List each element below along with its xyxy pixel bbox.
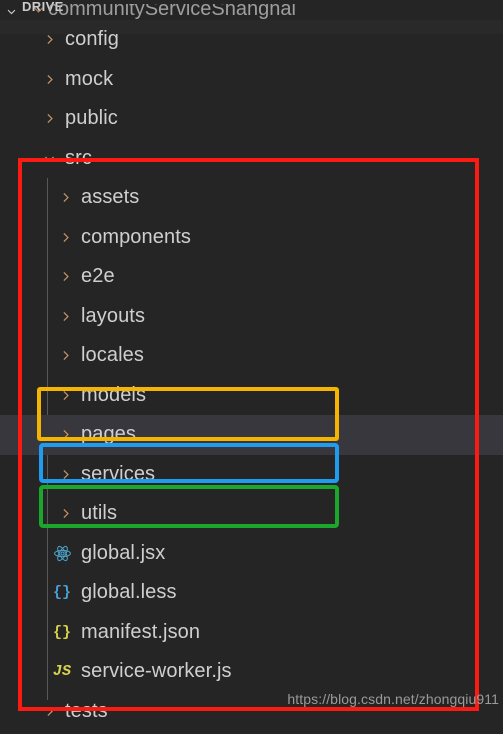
chevron-right-icon[interactable] — [55, 468, 75, 481]
tree-item-label: assets — [81, 186, 140, 209]
tree-row-src[interactable]: src — [0, 139, 503, 179]
tree-row-pages[interactable]: pages — [0, 415, 503, 455]
chevron-right-icon[interactable] — [39, 705, 59, 718]
tree-item-label: layouts — [81, 304, 146, 327]
chevron-right-icon[interactable] — [55, 310, 75, 323]
tree-item-label: public — [65, 107, 118, 130]
file-explorer-panel: DRIVE communityServiceShanghai config mo… — [0, 0, 503, 734]
chevron-right-icon[interactable] — [55, 428, 75, 441]
tree-item-label: config — [65, 28, 119, 51]
tree-item-label: components — [81, 225, 191, 248]
chevron-down-icon[interactable] — [39, 152, 59, 165]
chevron-right-icon[interactable] — [39, 33, 59, 46]
tree-row-config[interactable]: config — [0, 20, 503, 60]
tree-row-service-worker-js[interactable]: JS service-worker.js — [0, 652, 503, 692]
tree-row-global-less[interactable]: {} global.less — [0, 573, 503, 613]
tree-row-components[interactable]: components — [0, 218, 503, 258]
tree-row-public[interactable]: public — [0, 99, 503, 139]
braces-icon: {} — [52, 584, 71, 602]
tree-item-label-root: communityServiceShanghai — [48, 4, 296, 21]
braces-icon: {} — [52, 623, 71, 641]
tree-item-label: service-worker.js — [81, 660, 232, 683]
chevron-down-icon[interactable] — [28, 4, 48, 16]
tree-row-manifest-json[interactable]: {} manifest.json — [0, 613, 503, 653]
chevron-right-icon[interactable] — [55, 349, 75, 362]
chevron-right-icon[interactable] — [39, 112, 59, 125]
tree-item-label: tests — [65, 699, 108, 722]
chevron-right-icon[interactable] — [55, 507, 75, 520]
tree-item-label: utils — [81, 502, 118, 525]
tree-item-label: e2e — [81, 265, 115, 288]
tree-row-locales[interactable]: locales — [0, 336, 503, 376]
tree-item-label: locales — [81, 344, 144, 367]
tree-row-e2e[interactable]: e2e — [0, 257, 503, 297]
tree-row-models[interactable]: models — [0, 376, 503, 416]
tree-row-utils[interactable]: utils — [0, 494, 503, 534]
react-icon — [49, 544, 75, 563]
tree-item-label: pages — [81, 423, 136, 446]
tree-row-services[interactable]: services — [0, 455, 503, 495]
tree-item-label: global.less — [81, 581, 177, 604]
tree-item-label: services — [81, 462, 156, 485]
tree-item-label: global.jsx — [81, 541, 166, 564]
tree-item-label: src — [65, 146, 92, 169]
tree-row-mock[interactable]: mock — [0, 60, 503, 100]
chevron-right-icon[interactable] — [55, 389, 75, 402]
tree-row-layouts[interactable]: layouts — [0, 297, 503, 337]
file-tree: config mock public src assets components… — [0, 20, 503, 731]
tree-item-label: mock — [65, 67, 114, 90]
chevron-right-icon[interactable] — [55, 231, 75, 244]
tree-item-label: manifest.json — [81, 620, 201, 643]
chevron-right-icon[interactable] — [55, 191, 75, 204]
tree-row-assets[interactable]: assets — [0, 178, 503, 218]
chevron-right-icon[interactable] — [55, 270, 75, 283]
javascript-icon: JS — [52, 663, 71, 681]
watermark-text: https://blog.csdn.net/zhongqiu911 — [287, 691, 499, 707]
tree-item-label: models — [81, 383, 147, 406]
tree-row-global-jsx[interactable]: global.jsx — [0, 534, 503, 574]
chevron-right-icon[interactable] — [39, 73, 59, 86]
